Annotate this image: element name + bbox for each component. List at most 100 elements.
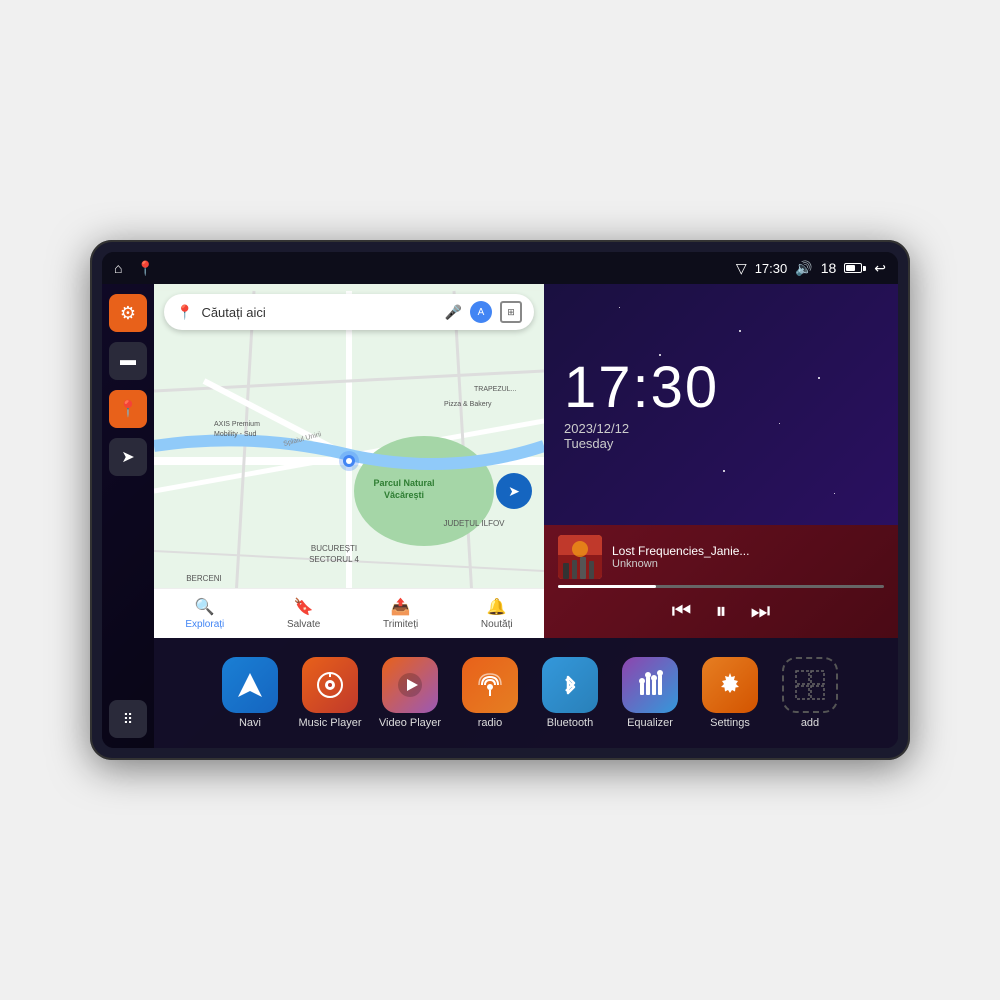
sidebar-grid-button[interactable]: ⠿ [109,700,147,738]
clock-widget: 17:30 2023/12/12 Tuesday [544,284,898,525]
svg-text:AXIS Premium: AXIS Premium [214,421,260,428]
add-icon [782,657,838,713]
media-icon: ▬ [120,352,136,370]
music-artist: Unknown [612,558,884,570]
svg-text:BUCUREȘTI: BUCUREȘTI [311,544,357,553]
main-content: ⚙ ▬ 📍 ➤ ⠿ [102,284,898,748]
map-bottom-bar: 🔍 Explorați 🔖 Salvate 📤 Trimiteți [154,588,544,638]
sidebar-media-button[interactable]: ▬ [109,342,147,380]
saved-icon: 🔖 [294,597,314,617]
explore-icon: 🔍 [195,597,215,617]
status-time: 17:30 [755,261,788,276]
bluetooth-icon [542,657,598,713]
bluetooth-label: Bluetooth [547,717,593,729]
updates-label: Noutăți [481,619,513,630]
search-text: Căutați aici [201,305,436,320]
settings-icon: ⚙ [120,303,136,324]
svg-text:SECTORUL 4: SECTORUL 4 [309,555,359,564]
battery-icon [844,263,866,273]
play-pause-button[interactable]: ⏸ [715,598,726,624]
settings-app-icon [702,657,758,713]
app-bluetooth[interactable]: Bluetooth [534,657,606,729]
sidebar-maps-button[interactable]: 📍 [109,390,147,428]
equalizer-icon [622,657,678,713]
svg-text:Mobility - Sud: Mobility - Sud [214,431,257,438]
settings-app-label: Settings [710,717,750,729]
saved-label: Salvate [287,619,320,630]
svg-text:TRAPEZUL...: TRAPEZUL... [474,386,516,393]
map-updates-button[interactable]: 🔔 Noutăți [481,597,513,630]
status-bar-left: ⌂ 📍 [114,260,154,277]
sidebar-navigation-button[interactable]: ➤ [109,438,147,476]
app-music-player[interactable]: Music Player [294,657,366,729]
svg-text:JUDEȚUL ILFOV: JUDEȚUL ILFOV [443,519,505,528]
volume-icon[interactable]: 🔊 [795,260,812,277]
map-share-button[interactable]: 📤 Trimiteți [383,597,418,630]
radio-icon [462,657,518,713]
music-title: Lost Frequencies_Janie... [612,544,884,558]
app-settings[interactable]: Settings [694,657,766,729]
clock-date: 2023/12/12 Tuesday [564,421,629,451]
music-player-icon [302,657,358,713]
clock-time: 17:30 [564,359,719,417]
layers-icon[interactable]: ⊞ [500,301,522,323]
music-info-row: Lost Frequencies_Janie... Unknown [558,535,884,579]
prev-track-button[interactable]: ⏮ [672,598,692,624]
svg-text:Parcul Natural: Parcul Natural [373,478,434,488]
music-controls: ⏮ ⏸ ⏭ [558,594,884,628]
sidebar: ⚙ ▬ 📍 ➤ ⠿ [102,284,154,748]
google-maps-icon: 📍 [176,304,193,321]
home-icon[interactable]: ⌂ [114,260,122,276]
app-equalizer[interactable]: Equalizer [614,657,686,729]
svg-text:Văcărești: Văcărești [384,490,424,500]
map-pin-icon: 📍 [118,399,138,419]
next-track-button[interactable]: ⏭ [751,598,771,624]
status-bar: ⌂ 📍 ▽ 17:30 🔊 18 ↩ [102,252,898,284]
center-content: Parcul Natural Văcărești BUCUREȘTI SECTO… [154,284,898,748]
app-radio[interactable]: radio [454,657,526,729]
svg-text:BERCENI: BERCENI [186,574,222,583]
radio-label: radio [478,717,502,729]
map-svg: Parcul Natural Văcărești BUCUREȘTI SECTO… [154,284,544,638]
battery-level: 18 [821,260,837,276]
map-saved-button[interactable]: 🔖 Salvate [287,597,320,630]
app-add[interactable]: add [774,657,846,729]
video-player-label: Video Player [379,717,441,729]
video-player-icon [382,657,438,713]
music-progress-fill [558,585,656,588]
microphone-icon[interactable]: 🎤 [445,304,462,321]
updates-icon: 🔔 [487,597,507,617]
share-icon: 📤 [391,597,411,617]
app-video-player[interactable]: Video Player [374,657,446,729]
right-panel: 17:30 2023/12/12 Tuesday [544,284,898,638]
map-explore-button[interactable]: 🔍 Explorați [185,597,224,630]
music-progress-bar[interactable] [558,585,884,588]
album-art [558,535,602,579]
map-search-bar[interactable]: 📍 Căutați aici 🎤 A ⊞ [164,294,534,330]
wifi-icon: ▽ [736,260,747,277]
sidebar-settings-button[interactable]: ⚙ [109,294,147,332]
svg-text:Pizza & Bakery: Pizza & Bakery [444,401,492,408]
status-bar-right: ▽ 17:30 🔊 18 ↩ [736,260,886,277]
explore-label: Explorați [185,619,224,630]
device-screen: ⌂ 📍 ▽ 17:30 🔊 18 ↩ [102,252,898,748]
music-widget: Lost Frequencies_Janie... Unknown ⏮ ⏸ ⏭ [544,525,898,638]
car-stereo-device: ⌂ 📍 ▽ 17:30 🔊 18 ↩ [90,240,910,760]
nav-arrow-icon: ➤ [121,447,134,467]
add-label: add [801,717,819,729]
map-area: Parcul Natural Văcărești BUCUREȘTI SECTO… [154,284,898,638]
navi-label: Navi [239,717,261,729]
map-container[interactable]: Parcul Natural Văcărești BUCUREȘTI SECTO… [154,284,544,638]
music-track-info: Lost Frequencies_Janie... Unknown [612,544,884,570]
music-player-label: Music Player [299,717,362,729]
navi-icon [222,657,278,713]
location-icon[interactable]: 📍 [136,260,153,277]
equalizer-label: Equalizer [627,717,673,729]
grid-icon: ⠿ [123,711,133,728]
svg-text:➤: ➤ [508,483,520,499]
app-tray: Navi Music Player [154,638,898,748]
app-navi[interactable]: Navi [214,657,286,729]
account-icon[interactable]: A [470,301,492,323]
back-icon[interactable]: ↩ [874,260,886,277]
share-label: Trimiteți [383,619,418,630]
